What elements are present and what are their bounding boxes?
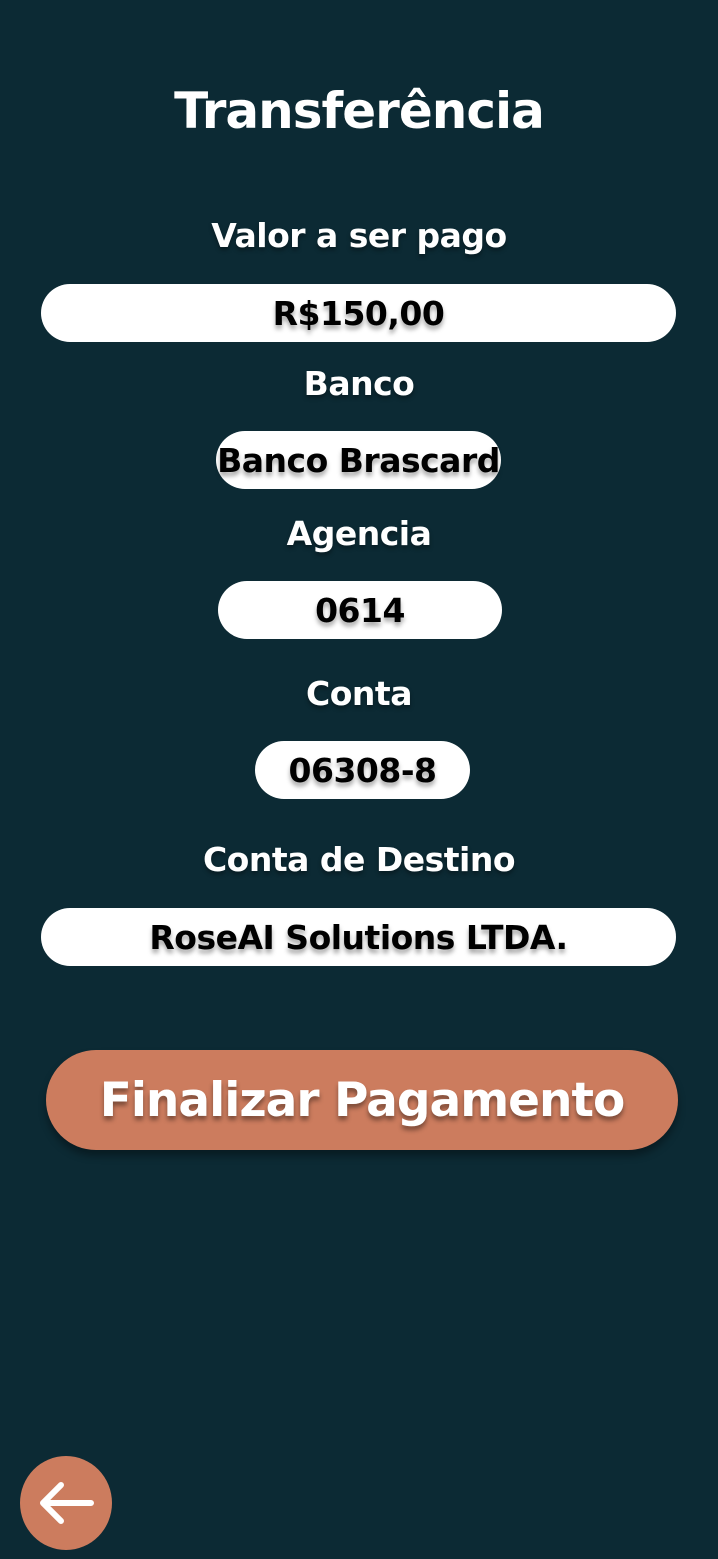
amount-value: R$150,00 (272, 293, 445, 333)
back-button[interactable] (20, 1456, 112, 1550)
arrow-left-icon (40, 1482, 94, 1524)
amount-label: Valor a ser pago (211, 216, 507, 255)
agency-field[interactable]: 0614 (218, 581, 502, 639)
agency-value: 0614 (315, 590, 405, 630)
agency-label: Agencia (286, 514, 432, 553)
bank-field[interactable]: Banco Brascard (216, 431, 501, 489)
account-field[interactable]: 06308-8 (255, 741, 470, 799)
amount-field[interactable]: R$150,00 (41, 284, 676, 342)
bank-label: Banco (303, 364, 415, 403)
destination-label: Conta de Destino (202, 840, 516, 879)
account-label: Conta (306, 674, 412, 713)
finalize-payment-button[interactable]: Finalizar Pagamento (46, 1050, 678, 1150)
destination-value: RoseAI Solutions LTDA. (149, 917, 568, 957)
account-value: 06308-8 (288, 750, 437, 790)
bank-value: Banco Brascard (217, 440, 500, 480)
finalize-payment-label: Finalizar Pagamento (99, 1072, 626, 1128)
destination-field[interactable]: RoseAI Solutions LTDA. (41, 908, 676, 966)
page-title: Transferência (174, 82, 545, 140)
